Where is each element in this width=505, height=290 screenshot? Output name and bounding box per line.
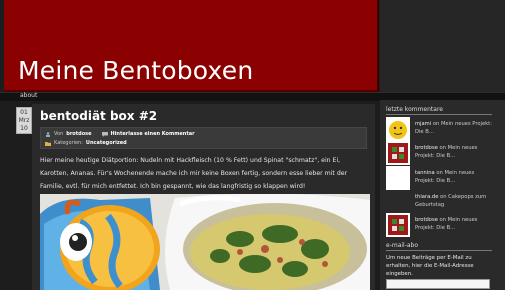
email-subscription-heading: e-mail-abo	[386, 242, 492, 251]
comment-item: tannina on Mein neues Projekt: Die B…	[386, 166, 496, 190]
post-date-month: Mrz	[18, 117, 30, 124]
recent-comments-heading: letzte kommentare	[386, 106, 492, 115]
red-pattern-avatar-icon	[386, 141, 410, 165]
post-meta-category-row: Kategorien: Uncategorized	[45, 140, 127, 146]
author-icon	[46, 131, 50, 137]
comment-text: mjami on Mein neues Projekt: Die B…	[415, 120, 495, 136]
comment-text: tannina on Mein neues Projekt: Die B…	[415, 169, 495, 185]
bento-photo	[40, 194, 370, 290]
folder-icon	[45, 141, 51, 146]
author-link[interactable]: brotdose	[66, 131, 91, 137]
comment-item: brotdose on Mein neues Projekt: Die B…	[386, 141, 496, 165]
email-subscription-text: Um neue Beiträge per E-Mail zu erhalten,…	[386, 255, 474, 277]
comment-item: thiara.de on Cakepops zum Geburtstag	[386, 190, 496, 214]
site-title[interactable]: Meine Bentoboxen	[18, 56, 253, 85]
comment-on: on	[439, 217, 447, 223]
comment-text: brotdose on Mein neues Projekt: Die B…	[415, 144, 495, 160]
nav-item-about[interactable]: about	[20, 92, 37, 99]
post-meta-bar: Von brotdose Hinterlasse einen Kommentar…	[40, 127, 367, 149]
comment-link[interactable]: Hinterlasse einen Kommentar	[111, 131, 195, 137]
comment-author[interactable]: brotdose	[415, 145, 438, 151]
comment-author[interactable]: tannina	[415, 170, 435, 176]
post-date: 01 Mrz 10	[16, 107, 32, 134]
post-title[interactable]: bentodiät box #2	[40, 109, 157, 123]
bento-photo-image	[40, 194, 370, 290]
comment-on: on	[436, 170, 443, 176]
comment-on: on	[440, 194, 447, 200]
by-label: Von	[54, 131, 64, 137]
comment-author[interactable]: thiara.de	[415, 194, 438, 200]
comment-item: mjami on Mein neues Projekt: Die B…	[386, 117, 496, 141]
comment-author[interactable]: mjami	[415, 121, 431, 127]
comment-text: thiara.de on Cakepops zum Geburtstag	[415, 193, 495, 209]
categories-label: Kategorien:	[54, 140, 83, 146]
comment-on: on	[432, 121, 440, 127]
post-date-year: 10	[20, 125, 28, 132]
header-side-panel	[380, 0, 505, 92]
category-link[interactable]: Uncategorized	[86, 140, 127, 146]
comment-icon	[101, 131, 108, 137]
email-field[interactable]	[386, 279, 490, 289]
comment-text: brotdose on Mein neues Projekt: Die B…	[415, 216, 495, 232]
blank-avatar-icon	[386, 166, 410, 190]
comment-on: on	[439, 145, 447, 151]
comment-author[interactable]: brotdose	[415, 217, 438, 223]
site-header: Meine Bentoboxen	[4, 0, 379, 92]
smiley-avatar-icon	[386, 117, 410, 141]
comment-item: brotdose on Mein neues Projekt: Die B…	[386, 213, 496, 237]
red-pattern-avatar-icon	[386, 213, 410, 237]
post-date-day: 01	[20, 109, 28, 116]
post-meta-author-row: Von brotdose Hinterlasse einen Kommentar	[45, 131, 195, 137]
post-body: Hier meine heutige Diätportion: Nudeln m…	[40, 157, 348, 190]
